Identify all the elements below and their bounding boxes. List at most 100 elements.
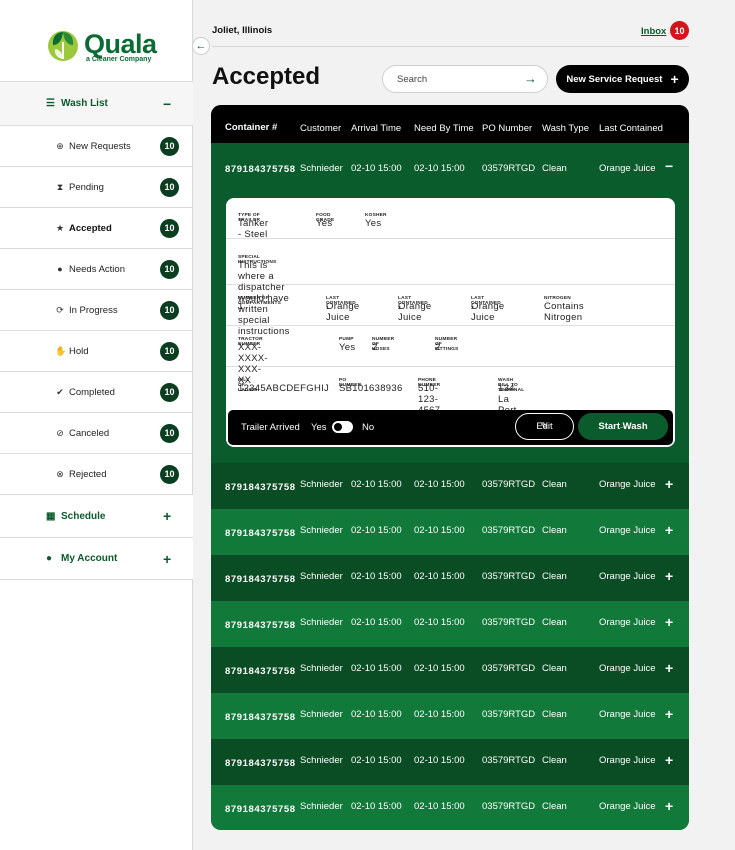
expand-row-icon[interactable]: + — [665, 614, 673, 630]
last-contained: Orange Juice — [599, 709, 656, 720]
last-contained: Orange Juice — [599, 755, 656, 766]
sidebar-item-pending[interactable]: ⧗ Pending 10 — [0, 166, 193, 207]
sidebar-item-rejected[interactable]: ⊗ Rejected 10 — [0, 453, 193, 494]
sidebar-section-label: My Account — [61, 553, 118, 564]
wash-type: Clean — [542, 479, 567, 490]
sidebar-section-label: Schedule — [61, 510, 106, 522]
sidebar-item-label: In Progress — [69, 304, 118, 316]
arrow-right-icon[interactable]: → — [524, 71, 537, 86]
sidebar-item-canceled[interactable]: ⊘ Canceled 10 — [0, 412, 193, 453]
table-row[interactable]: 879184375758 Schnieder 02-10 15:00 02-10 15… — [211, 647, 689, 693]
quala-logo[interactable]: Quala a Cleaner Company — [46, 28, 166, 68]
brand-tagline: a Cleaner Company — [86, 56, 152, 63]
sidebar-item-in-progress[interactable]: ⟳ In Progress 10 — [0, 289, 193, 330]
arrow-right-icon: → — [618, 421, 628, 432]
expand-plus-icon[interactable]: + — [163, 508, 171, 524]
sidebar-section-my-account[interactable]: ● My Account + — [0, 537, 193, 580]
collapse-minus-icon[interactable]: − — [163, 96, 171, 112]
container-number: 879184375758 — [225, 528, 296, 539]
arrival-time: 02-10 15:00 — [351, 801, 402, 812]
count-badge: 10 — [160, 259, 179, 279]
field-value: Yes — [339, 342, 356, 353]
expand-row-icon[interactable]: + — [665, 660, 673, 676]
col-header[interactable]: Arrival Time — [351, 123, 401, 134]
col-header[interactable]: PO Number — [482, 123, 532, 134]
inbox-link[interactable]: Inbox — [641, 26, 666, 37]
edit-button[interactable]: Edit ✎ — [515, 413, 574, 440]
list-icon: ☰ — [46, 98, 55, 109]
sidebar-item-label: Needs Action — [69, 263, 125, 275]
col-header[interactable]: Customer — [300, 123, 341, 134]
search-input[interactable]: Search → — [382, 65, 548, 93]
expand-row-icon[interactable]: + — [665, 752, 673, 768]
col-header[interactable]: Container # — [225, 122, 277, 133]
wash-type: Clean — [542, 617, 567, 628]
arrival-time: 02-10 15:00 — [351, 525, 402, 536]
toggle-knob — [334, 423, 342, 431]
sidebar-item-label: Completed — [69, 386, 115, 398]
start-wash-button[interactable]: Start Wash → — [578, 413, 668, 440]
trailer-arrived-label: Trailer Arrived — [241, 422, 300, 433]
count-badge: 10 — [160, 177, 179, 197]
sidebar-item-hold[interactable]: ✋ Hold 10 — [0, 330, 193, 371]
expand-row-icon[interactable]: + — [665, 522, 673, 538]
col-header[interactable]: Wash Type — [542, 123, 589, 134]
sidebar-nav: ☰ Wash List − ⊕ New Requests 10 ⧗ Pendin… — [0, 81, 193, 580]
table-row[interactable]: 879184375758 Schnieder 02-10 15:00 02-10 15… — [211, 601, 689, 647]
field-value: 1 — [238, 301, 244, 312]
table-row[interactable]: 879184375758 Schnieder 02-10 15:00 02-10 15… — [211, 463, 689, 509]
field-value: 12345ABCDEFGHIJ — [238, 383, 330, 394]
field-value: Yes — [365, 218, 382, 229]
expand-row-icon[interactable]: + — [665, 568, 673, 584]
wash-type: Clean — [542, 525, 567, 536]
calendar-icon: ▦ — [46, 510, 56, 522]
sidebar-item-accepted[interactable]: ★ Accepted 10 — [0, 207, 193, 248]
trailer-arrived-toggle[interactable] — [332, 421, 353, 433]
sidebar-item-new-requests[interactable]: ⊕ New Requests 10 — [0, 125, 193, 166]
sync-icon: ⟳ — [56, 304, 64, 315]
expand-plus-icon[interactable]: + — [163, 551, 171, 567]
field-label: Number of Compartments — [238, 296, 282, 306]
arrow-left-icon: ← — [195, 40, 207, 52]
table-row-expanded[interactable]: 879184375758 Schnieder 02-10 15:00 02-10… — [211, 143, 689, 463]
table-row[interactable]: 879184375758 Schnieder 02-10 15:00 02-10 15… — [211, 739, 689, 785]
arrival-time: 02-10 15:00 — [351, 479, 402, 490]
sidebar-section-wash-list[interactable]: ☰ Wash List − — [0, 81, 193, 125]
po-number: 03579RTGD — [482, 663, 536, 674]
wash-type: Clean — [542, 755, 567, 766]
detail-row: Number of Compartments 1 Last Contained … — [226, 285, 675, 326]
sidebar-section-schedule[interactable]: ▦ Schedule + — [0, 494, 193, 537]
customer: Schnieder — [300, 755, 343, 766]
new-service-request-button[interactable]: New Service Request + — [556, 65, 689, 93]
container-number: 879184375758 — [225, 666, 296, 677]
sidebar-item-completed[interactable]: ✔ Completed 10 — [0, 371, 193, 412]
arrival-time: 02-10 15:00 — [351, 163, 402, 174]
field-value: 2 — [435, 342, 441, 353]
hand-icon: ✋ — [55, 345, 67, 356]
sidebar-item-needs-action[interactable]: ● Needs Action 10 — [0, 248, 193, 289]
sidebar-item-label: Accepted — [69, 222, 112, 234]
sidebar-section-label: Wash List — [61, 98, 108, 109]
hourglass-icon: ⧗ — [56, 181, 64, 192]
expand-row-icon[interactable]: + — [665, 798, 673, 814]
x-circle-icon: ⊗ — [56, 468, 64, 479]
col-header[interactable]: Need By Time — [414, 123, 474, 134]
sidebar-item-label: Pending — [69, 181, 104, 193]
arrival-time: 02-10 15:00 — [351, 709, 402, 720]
expand-row-icon[interactable]: + — [665, 706, 673, 722]
sidebar-collapse-button[interactable]: ← — [192, 37, 210, 55]
expand-row-icon[interactable]: + — [665, 476, 673, 492]
table-row[interactable]: 879184375758 Schnieder 02-10 15:00 02-10 15… — [211, 693, 689, 739]
wash-type: Clean — [542, 163, 567, 174]
table-row[interactable]: 879184375758 Schnieder 02-10 15:00 02-10 15… — [211, 555, 689, 601]
collapse-row-icon[interactable]: − — [665, 158, 673, 174]
need-by-time: 02-10 15:00 — [414, 525, 465, 536]
sidebar-item-label: Canceled — [69, 427, 110, 439]
field-value: Contains Nitrogen — [544, 301, 584, 323]
col-header[interactable]: Last Contained — [599, 123, 663, 134]
table-row[interactable]: 879184375758 Schnieder 02-10 15:00 02-10 15… — [211, 785, 689, 830]
toggle-yes-label: Yes — [311, 422, 327, 433]
field-value: Tanker - Steel — [238, 218, 269, 240]
count-badge: 10 — [160, 136, 179, 156]
table-row[interactable]: 879184375758 Schnieder 02-10 15:00 02-10 15… — [211, 509, 689, 555]
